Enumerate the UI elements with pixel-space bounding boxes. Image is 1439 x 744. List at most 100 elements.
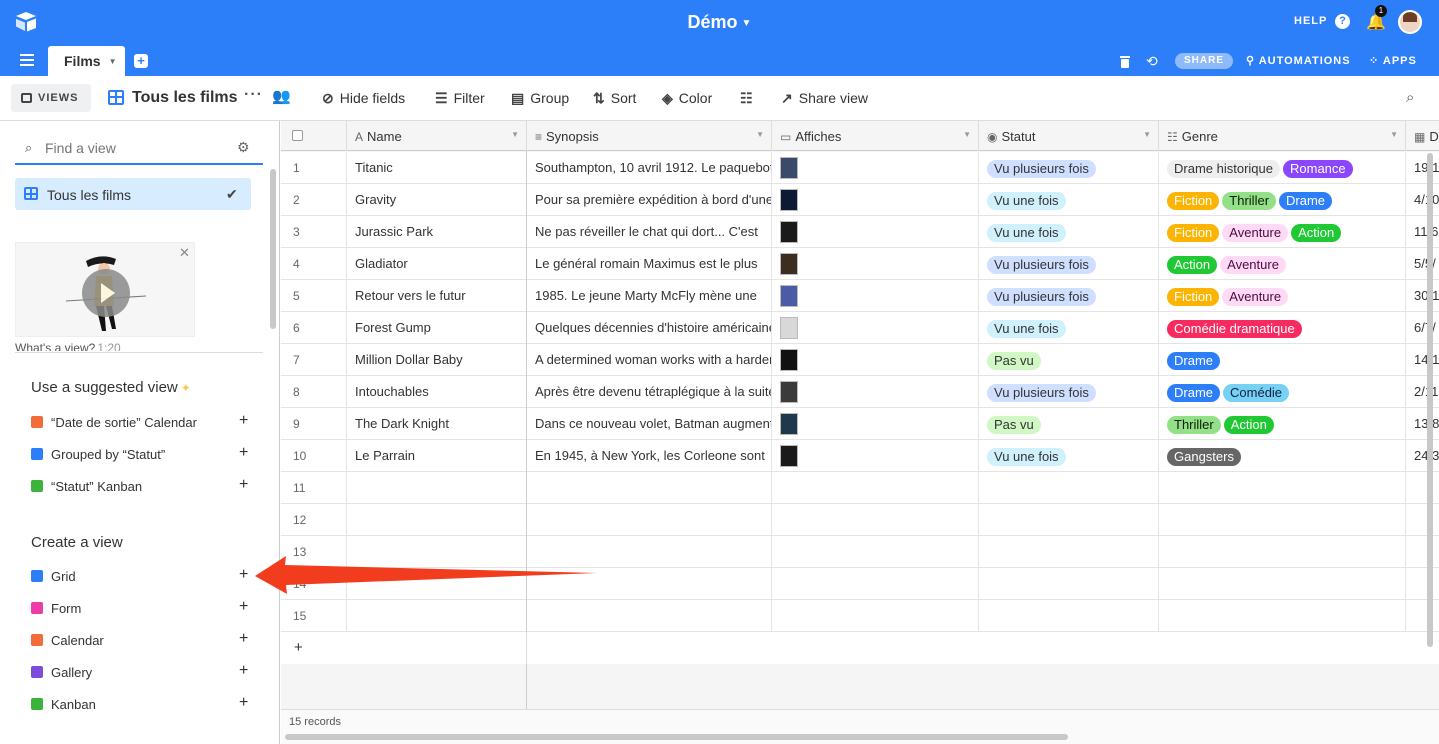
cell-name[interactable]: Million Dollar Baby bbox=[347, 344, 527, 376]
cell-affiche[interactable] bbox=[772, 600, 979, 632]
cell-statut[interactable]: Vu une fois bbox=[979, 312, 1159, 344]
cell-statut[interactable] bbox=[979, 600, 1159, 632]
color-button[interactable]: ◈ Color bbox=[662, 90, 712, 107]
poster-thumbnail[interactable] bbox=[780, 317, 798, 339]
add-grid-icon[interactable]: + bbox=[239, 566, 248, 584]
column-header-synopsis[interactable]: ≡ Synopsis ▼ bbox=[527, 121, 772, 151]
cell-genres[interactable]: Fiction Thriller Drame bbox=[1159, 184, 1406, 216]
cell-affiche[interactable] bbox=[772, 344, 979, 376]
apps-button[interactable]: ⁘ APPS bbox=[1369, 54, 1417, 67]
chevron-down-icon[interactable]: ▼ bbox=[109, 57, 117, 66]
poster-thumbnail[interactable] bbox=[780, 445, 798, 467]
table-row[interactable]: 2 Gravity Pour sa première expédition à bo… bbox=[281, 184, 1439, 216]
cell-genres[interactable]: Gangsters bbox=[1159, 440, 1406, 472]
cell-genres[interactable]: Drame historique Romance bbox=[1159, 152, 1406, 184]
cell-date[interactable] bbox=[1406, 568, 1439, 600]
row-number[interactable]: 7 bbox=[281, 344, 347, 376]
suggested-calendar[interactable]: “Date de sortie” Calendar + bbox=[31, 412, 251, 434]
add-record-button[interactable]: + bbox=[281, 632, 527, 664]
cell-date[interactable]: 13/8 bbox=[1406, 408, 1439, 440]
sidebar-scrollbar[interactable] bbox=[270, 169, 276, 329]
cell-statut[interactable]: Vu plusieurs fois bbox=[979, 376, 1159, 408]
cell-name[interactable] bbox=[347, 568, 527, 600]
add-table-icon[interactable]: + bbox=[134, 54, 148, 68]
table-row[interactable]: 11 bbox=[281, 472, 1439, 504]
cell-synopsis[interactable]: Southampton, 10 avril 1912. Le paquebot … bbox=[527, 152, 772, 184]
cell-genres[interactable] bbox=[1159, 568, 1406, 600]
share-button[interactable]: SHARE bbox=[1175, 53, 1233, 69]
add-view-icon[interactable]: + bbox=[239, 444, 248, 462]
table-row[interactable]: 3 Jurassic Park Ne pas réveiller le chat q… bbox=[281, 216, 1439, 248]
table-row[interactable]: 6 Forest Gump Quelques décennies d'histoir… bbox=[281, 312, 1439, 344]
cell-synopsis[interactable]: Quelques décennies d'histoire américaine bbox=[527, 312, 772, 344]
row-number[interactable]: 2 bbox=[281, 184, 347, 216]
cell-genres[interactable]: Drame Comédie bbox=[1159, 376, 1406, 408]
cell-affiche[interactable] bbox=[772, 248, 979, 280]
cell-genres[interactable]: Comédie dramatique bbox=[1159, 312, 1406, 344]
table-row[interactable]: 13 bbox=[281, 536, 1439, 568]
base-title[interactable]: Démo ▼ bbox=[0, 12, 1439, 33]
cell-date[interactable] bbox=[1406, 472, 1439, 504]
cell-synopsis[interactable]: Après être devenu tétraplégique à la sui… bbox=[527, 376, 772, 408]
table-row[interactable]: 15 bbox=[281, 600, 1439, 632]
cell-genres[interactable]: Thriller Action bbox=[1159, 408, 1406, 440]
cell-name[interactable]: Le Parrain bbox=[347, 440, 527, 472]
menu-icon[interactable] bbox=[20, 54, 34, 66]
cell-genres[interactable]: Fiction Aventure Action bbox=[1159, 216, 1406, 248]
cell-synopsis[interactable]: Le général romain Maximus est le plus bbox=[527, 248, 772, 280]
column-header-statut[interactable]: ◉ Statut ▼ bbox=[979, 121, 1159, 151]
cell-name[interactable]: Gravity bbox=[347, 184, 527, 216]
add-view-icon[interactable]: + bbox=[239, 412, 248, 430]
add-calendar-icon[interactable]: + bbox=[239, 630, 248, 648]
poster-thumbnail[interactable] bbox=[780, 381, 798, 403]
table-row[interactable]: 8 Intouchables Après être devenu tétraplég… bbox=[281, 376, 1439, 408]
table-row[interactable]: 1 Titanic Southampton, 10 avril 1912. Le p… bbox=[281, 152, 1439, 184]
cell-synopsis[interactable]: Dans ce nouveau volet, Batman augmente bbox=[527, 408, 772, 440]
find-view-input[interactable] bbox=[45, 137, 225, 159]
group-button[interactable]: ▤ Group bbox=[511, 90, 569, 107]
cell-affiche[interactable] bbox=[772, 408, 979, 440]
automations-button[interactable]: ⚲ AUTOMATIONS bbox=[1246, 54, 1351, 67]
view-title[interactable]: Tous les films bbox=[132, 89, 238, 107]
chevron-down-icon[interactable]: ▼ bbox=[511, 130, 519, 139]
cell-name[interactable]: The Dark Knight bbox=[347, 408, 527, 440]
cell-statut[interactable]: Vu plusieurs fois bbox=[979, 152, 1159, 184]
poster-thumbnail[interactable] bbox=[780, 157, 798, 179]
add-view-icon[interactable]: + bbox=[239, 476, 248, 494]
cell-date[interactable] bbox=[1406, 600, 1439, 632]
add-kanban-icon[interactable]: + bbox=[239, 694, 248, 712]
cell-genres[interactable] bbox=[1159, 536, 1406, 568]
create-gallery[interactable]: Gallery + bbox=[31, 662, 251, 684]
cell-affiche[interactable] bbox=[772, 216, 979, 248]
cell-date[interactable]: 11/6 bbox=[1406, 216, 1439, 248]
cell-affiche[interactable] bbox=[772, 504, 979, 536]
cell-statut[interactable]: Pas vu bbox=[979, 344, 1159, 376]
row-number[interactable]: 9 bbox=[281, 408, 347, 440]
poster-thumbnail[interactable] bbox=[780, 349, 798, 371]
cell-statut[interactable]: Pas vu bbox=[979, 408, 1159, 440]
row-number[interactable]: 5 bbox=[281, 280, 347, 312]
cell-affiche[interactable] bbox=[772, 184, 979, 216]
row-height-icon[interactable]: ☷ bbox=[740, 90, 759, 107]
cell-affiche[interactable] bbox=[772, 568, 979, 600]
create-grid[interactable]: Grid + bbox=[31, 566, 251, 588]
add-record-row[interactable] bbox=[527, 632, 1439, 664]
cell-synopsis[interactable]: 1985. Le jeune Marty McFly mène une bbox=[527, 280, 772, 312]
chevron-down-icon[interactable]: ▼ bbox=[963, 130, 971, 139]
select-all-checkbox[interactable] bbox=[292, 130, 303, 141]
create-form[interactable]: Form + bbox=[31, 598, 251, 620]
cell-name[interactable]: Titanic bbox=[347, 152, 527, 184]
video-thumbnail[interactable]: ✕ bbox=[15, 242, 195, 337]
cell-affiche[interactable] bbox=[772, 536, 979, 568]
row-number[interactable]: 14 bbox=[281, 568, 347, 600]
table-row[interactable]: 7 Million Dollar Baby A determined woman w… bbox=[281, 344, 1439, 376]
cell-affiche[interactable] bbox=[772, 152, 979, 184]
cell-genres[interactable]: Action Aventure bbox=[1159, 248, 1406, 280]
cell-date[interactable] bbox=[1406, 504, 1439, 536]
poster-thumbnail[interactable] bbox=[780, 189, 798, 211]
cell-name[interactable] bbox=[347, 504, 527, 536]
more-options-icon[interactable]: ··· bbox=[244, 86, 263, 104]
cell-date[interactable]: 4/10 bbox=[1406, 184, 1439, 216]
row-number[interactable]: 3 bbox=[281, 216, 347, 248]
cell-name[interactable] bbox=[347, 536, 527, 568]
